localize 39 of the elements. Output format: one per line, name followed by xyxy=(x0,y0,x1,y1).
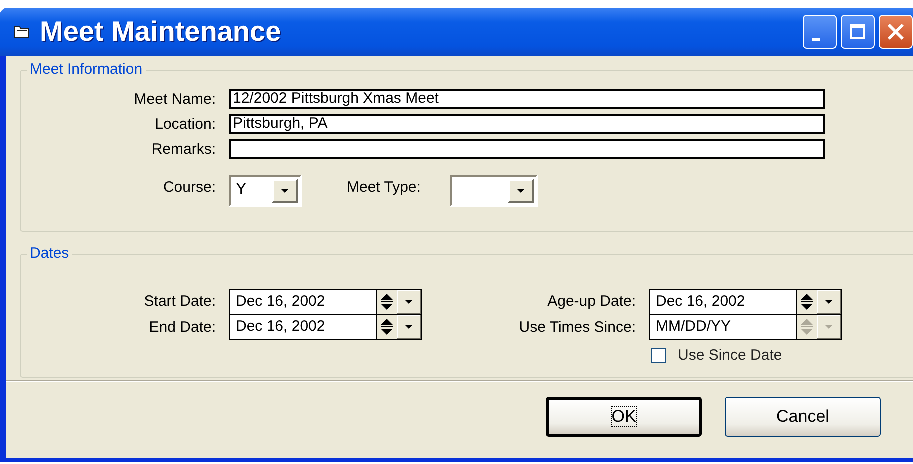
ok-button[interactable]: OK xyxy=(546,397,702,437)
minimize-icon xyxy=(812,38,820,40)
spin-arrows-icon xyxy=(800,318,814,336)
spin-arrows-icon xyxy=(800,293,814,311)
date-picker[interactable]: Dec 16, 2002 xyxy=(229,289,422,315)
cancel-button[interactable]: Cancel xyxy=(725,397,881,437)
date-picker[interactable]: Dec 16, 2002 xyxy=(229,314,422,340)
field-label: Location: xyxy=(154,116,217,132)
maximize-button[interactable] xyxy=(841,15,875,49)
close-icon xyxy=(887,23,905,41)
checkbox-label: Use Since Date xyxy=(678,347,782,364)
dropdown-arrow-icon xyxy=(824,324,834,330)
close-button[interactable] xyxy=(879,15,913,49)
field-label: End Date: xyxy=(149,318,216,338)
field-label: Meet Name: xyxy=(133,90,217,108)
dropdown-arrow-icon xyxy=(404,324,414,330)
dropdown-arrow-icon xyxy=(404,299,414,305)
meet-type-dropdown[interactable] xyxy=(450,175,538,207)
field-label: Start Date: xyxy=(144,292,216,312)
field-label: Meet Type: xyxy=(347,178,422,196)
minimize-button[interactable] xyxy=(803,15,837,49)
checkbox[interactable] xyxy=(651,348,666,363)
field-label: Course: xyxy=(162,178,217,196)
dropdown-arrow-icon xyxy=(824,299,834,305)
course-dropdown[interactable]: Y xyxy=(229,175,302,207)
field-label: Use Times Since: xyxy=(519,318,636,338)
date-picker[interactable]: Dec 16, 2002 xyxy=(649,289,842,315)
maximize-icon xyxy=(850,24,866,40)
text-field[interactable] xyxy=(229,139,825,159)
spin-arrows-icon xyxy=(380,318,394,336)
text-field[interactable]: Pittsburgh, PA xyxy=(229,114,825,134)
dropdown-arrow-icon xyxy=(516,188,526,194)
text-field[interactable]: 12/2002 Pittsburgh Xmas Meet xyxy=(229,89,825,109)
spin-arrows-icon xyxy=(380,293,394,311)
field-label: Remarks: xyxy=(150,140,217,158)
window-title: Meet Maintenance xyxy=(40,16,282,48)
dropdown-arrow-icon xyxy=(280,188,290,194)
field-label: Age-up Date: xyxy=(548,292,636,312)
folder-icon xyxy=(14,25,30,39)
